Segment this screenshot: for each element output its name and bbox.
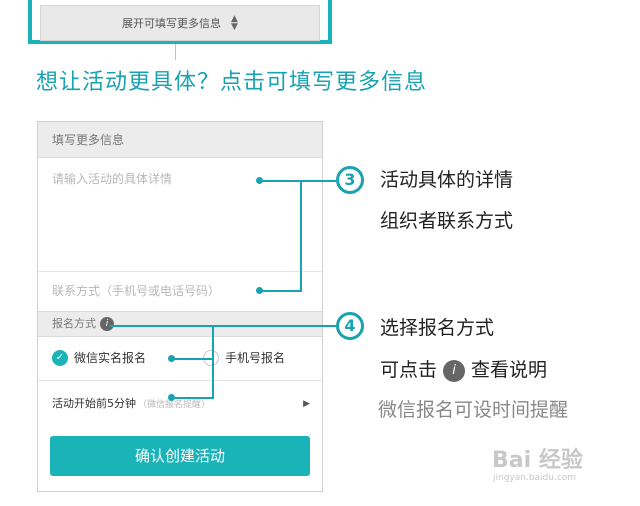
note-wechat-reminder: 微信报名可设时间提醒 [378,399,569,421]
reminder-select[interactable]: 活动开始前5分钟 （微信报名提醒） ▶ [38,382,322,426]
note-view-info-post: 查看说明 [471,359,548,381]
step-4-badge: 4 [336,312,364,340]
signup-method-header: 报名方式 i [38,311,322,337]
baidu-jingyan-logo: Bai 经验 [492,448,583,473]
note-contact: 组织者联系方式 [380,210,514,232]
note-select-method: 选择报名方式 [380,317,495,339]
confirm-create-button[interactable]: 确认创建活动 [50,436,310,476]
expand-more-info-button[interactable]: 展开可填写更多信息 ▲ ▼ [40,5,320,41]
reminder-label: 活动开始前5分钟 [52,397,136,410]
note-view-info-pre: 可点击 [380,359,438,381]
note-detail: 活动具体的详情 [380,169,514,191]
checked-radio-icon: ✓ [52,349,68,366]
signup-method-title: 报名方式 [52,317,96,330]
pointer-line [212,325,214,397]
option-phone-signup[interactable]: 手机号报名 [203,349,285,366]
watermark-url: jingyan.baidu.com [493,473,577,483]
option-wechat-signup[interactable]: ✓ 微信实名报名 [52,349,146,366]
connector-line [175,44,176,60]
section-title: 填写更多信息 [38,122,322,158]
note-view-info: 可点击 i 查看说明 [380,355,547,382]
more-info-panel: 填写更多信息 请输入活动的具体详情 联系方式（手机号或电话号码） 报名方式 i ✓… [37,121,323,492]
chevron-right-icon: ▶ [303,399,310,409]
info-icon[interactable]: i [100,317,114,331]
activity-detail-textarea[interactable]: 请输入活动的具体详情 [38,158,322,271]
pointer-line [172,358,214,360]
contact-placeholder: 联系方式（手机号或电话号码） [52,284,221,298]
pointer-line [300,180,302,292]
pointer-line [110,325,336,327]
detail-placeholder: 请输入活动的具体详情 [52,172,173,186]
headline: 想让活动更具体？点击可填写更多信息 [36,70,428,95]
step-3-badge: 3 [336,166,364,194]
expand-label: 展开可填写更多信息 [122,17,222,30]
option-phone-label: 手机号报名 [225,351,286,365]
pointer-line [172,397,214,399]
sort-chevron-icon: ▲ ▼ [231,14,238,32]
pointer-line [260,180,336,182]
pointer-line [260,290,302,292]
info-icon: i [443,359,466,382]
reminder-hint: （微信报名提醒） [138,400,211,410]
option-wechat-label: 微信实名报名 [74,351,147,365]
